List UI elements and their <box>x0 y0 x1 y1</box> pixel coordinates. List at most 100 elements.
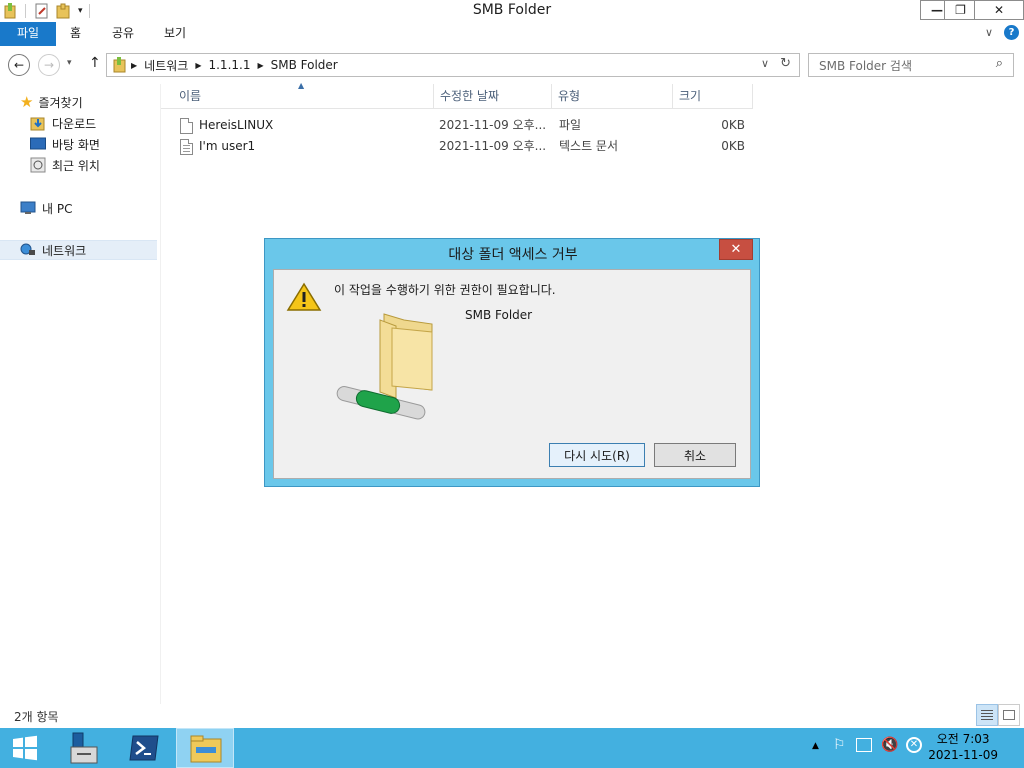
nav-item-network[interactable]: 네트워크 <box>0 240 157 260</box>
item-count: 2개 항목 <box>14 710 59 724</box>
properties-icon[interactable] <box>34 3 50 19</box>
nav-item-desktop[interactable]: 바탕 화면 <box>30 134 100 154</box>
computer-icon <box>20 201 36 214</box>
back-button[interactable]: ← <box>8 54 30 76</box>
tab-home[interactable]: 홈 <box>66 22 85 46</box>
column-header-size[interactable]: 크기 <box>673 84 753 109</box>
window-title: SMB Folder <box>472 2 552 18</box>
network-icon <box>20 243 35 255</box>
address-row: ← → ▾ ↑ ▶ 네트워크 ▶ 1.1.1.1 ▶ SMB Folder ∨ … <box>0 50 1024 80</box>
breadcrumb-separator-icon[interactable]: ▶ <box>131 61 137 70</box>
ribbon: 파일 홈 공유 보기 ∨ ? <box>0 22 1024 46</box>
file-modified: 2021-11-09 오후... <box>439 139 547 153</box>
up-arrow-icon[interactable]: ↑ <box>89 55 101 71</box>
taskbar-powershell[interactable] <box>116 728 172 768</box>
dialog-message: 이 작업을 수행하기 위한 권한이 필요합니다. <box>334 283 556 297</box>
nav-item-label: 바탕 화면 <box>52 137 100 152</box>
file-size: 0KB <box>721 139 745 153</box>
explorer-icon[interactable] <box>3 3 17 19</box>
address-bar[interactable]: ▶ 네트워크 ▶ 1.1.1.1 ▶ SMB Folder ∨ ↻ <box>106 53 800 77</box>
refresh-icon[interactable]: ↻ <box>780 56 791 71</box>
quick-access-toolbar: ▾ <box>3 2 90 20</box>
warning-icon <box>286 282 322 311</box>
clock[interactable]: 오전 7:03 2021-11-09 <box>928 731 998 763</box>
dialog-close-button[interactable]: ✕ <box>719 239 753 260</box>
table-row[interactable]: I'm user1 2021-11-09 오후... 텍스트 문서 0KB <box>161 136 753 157</box>
file-modified: 2021-11-09 오후... <box>439 118 547 132</box>
forward-button[interactable]: → <box>38 54 60 76</box>
search-input[interactable]: SMB Folder 검색 ⌕ <box>808 53 1014 77</box>
details-view-icon <box>981 710 993 720</box>
tab-share[interactable]: 공유 <box>108 22 138 46</box>
navigation-pane: ★ 즐겨찾기 다운로드 바탕 화면 최근 위치 내 PC 네트워크 <box>0 84 158 704</box>
no-connection-icon[interactable]: ✕ <box>906 737 922 753</box>
show-hidden-icons-icon[interactable]: ▲ <box>812 741 819 751</box>
customize-toolbar-chevron-icon[interactable]: ▾ <box>78 6 83 16</box>
nav-item-label: 내 PC <box>42 201 73 216</box>
title-bar: ▾ SMB Folder — ❐ ✕ <box>0 0 1024 22</box>
large-icons-view-button[interactable] <box>998 704 1020 726</box>
file-name: HereisLINUX <box>199 118 274 132</box>
volume-muted-icon[interactable]: 🔇 <box>881 737 898 753</box>
column-header-modified[interactable]: 수정한 날짜 <box>434 84 552 109</box>
file-type: 파일 <box>559 118 582 132</box>
divider <box>25 4 26 18</box>
help-icon[interactable]: ? <box>1004 25 1019 40</box>
retry-button[interactable]: 다시 시도(R) <box>549 443 645 467</box>
nav-item-this-pc[interactable]: 내 PC <box>20 198 72 218</box>
server-manager-icon <box>70 732 98 764</box>
cancel-button[interactable]: 취소 <box>654 443 736 467</box>
nav-item-label: 다운로드 <box>52 116 97 131</box>
taskbar-file-explorer[interactable] <box>176 728 234 768</box>
network-status-icon[interactable] <box>856 738 872 752</box>
search-icon[interactable]: ⌕ <box>996 56 1003 71</box>
status-bar: 2개 항목 <box>0 704 1024 728</box>
arrow-right-icon: → <box>43 58 55 72</box>
breadcrumb-host[interactable]: 1.1.1.1 <box>208 58 250 72</box>
action-center-flag-icon[interactable]: ⚐ <box>833 737 846 753</box>
start-button[interactable] <box>0 728 56 768</box>
chevron-down-icon[interactable]: ∨ <box>985 26 993 39</box>
nav-item-downloads[interactable]: 다운로드 <box>30 113 96 133</box>
file-type: 텍스트 문서 <box>559 139 619 153</box>
tab-view[interactable]: 보기 <box>160 22 190 46</box>
nav-item-favorites[interactable]: ★ 즐겨찾기 <box>20 92 83 112</box>
divider <box>88 4 90 18</box>
minimize-icon: — <box>931 3 943 17</box>
address-history-chevron-icon[interactable]: ∨ <box>761 57 769 70</box>
downloads-folder-icon <box>30 117 45 131</box>
arrow-left-icon: ← <box>13 58 25 72</box>
tab-file[interactable]: 파일 <box>0 22 56 46</box>
text-file-icon <box>180 139 193 155</box>
large-icons-view-icon <box>1003 710 1015 720</box>
blank-file-icon <box>180 118 193 134</box>
file-name: I'm user1 <box>199 139 256 153</box>
breadcrumb-separator-icon[interactable]: ▶ <box>257 61 263 70</box>
details-view-button[interactable] <box>976 704 998 726</box>
dialog-folder-name: SMB Folder <box>465 308 533 322</box>
restore-button[interactable]: ❐ <box>944 0 977 20</box>
recent-locations-chevron-icon[interactable]: ▾ <box>67 58 72 68</box>
breadcrumb-separator-icon[interactable]: ▶ <box>195 61 201 70</box>
breadcrumb-network[interactable]: 네트워크 <box>144 57 188 74</box>
network-folder-icon <box>113 57 126 73</box>
close-icon: ✕ <box>730 242 742 257</box>
powershell-icon <box>129 735 159 761</box>
close-button[interactable]: ✕ <box>974 0 1024 20</box>
column-header-name[interactable]: 이름 <box>173 84 434 109</box>
breadcrumb-folder[interactable]: SMB Folder <box>271 58 338 72</box>
column-header-type[interactable]: 유형 <box>552 84 673 109</box>
search-placeholder: SMB Folder 검색 <box>819 58 912 73</box>
new-folder-icon[interactable] <box>56 3 72 19</box>
close-icon: ✕ <box>993 3 1005 17</box>
table-row[interactable]: HereisLINUX 2021-11-09 오후... 파일 0KB <box>161 115 753 136</box>
clock-date: 2021-11-09 <box>928 748 998 762</box>
desktop-icon <box>30 137 46 150</box>
nav-item-recent[interactable]: 최근 위치 <box>30 155 100 175</box>
windows-logo-icon <box>13 735 37 761</box>
clock-time: 오전 7:03 <box>936 732 990 746</box>
file-explorer-icon <box>190 735 222 763</box>
recent-places-icon <box>30 157 46 173</box>
file-size: 0KB <box>721 118 745 132</box>
taskbar-server-manager[interactable] <box>56 728 112 768</box>
